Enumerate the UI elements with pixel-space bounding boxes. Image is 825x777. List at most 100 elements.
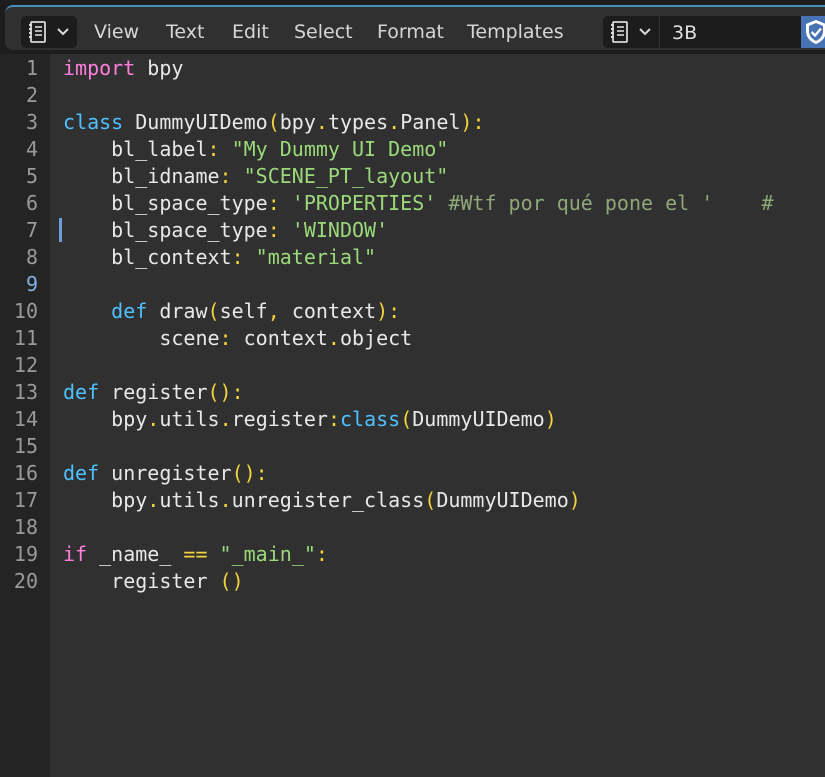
code-token: DummyUIDemo (412, 407, 545, 431)
code-token: utils (159, 488, 220, 512)
code-token: ( (424, 488, 437, 512)
code-token: ): (460, 110, 485, 134)
code-line[interactable]: bl_idname: "SCENE_PT_layout" (63, 163, 448, 190)
line-number: 9 (25, 272, 38, 296)
line-number: 11 (13, 326, 38, 350)
code-token: class (339, 407, 401, 431)
code-token: ( (207, 299, 220, 323)
code-token: : (267, 191, 280, 215)
line-number: 4 (25, 137, 38, 161)
code-line[interactable]: import bpy (63, 55, 183, 82)
line-number: 16 (13, 461, 38, 485)
line-number: 7 (25, 218, 38, 242)
code-line[interactable]: def unregister(): (63, 460, 268, 487)
text-editor-window: View Text Edit Select Format Templates 3… (0, 0, 825, 777)
code-token: _name_ (87, 542, 184, 566)
line-number: 15 (13, 434, 38, 458)
line-number: 8 (25, 245, 38, 269)
text-cursor (59, 218, 62, 242)
line-number: 18 (13, 515, 38, 539)
code-token: bl_context (63, 245, 232, 269)
editor-header: View Text Edit Select Format Templates 3… (0, 0, 825, 54)
code-token: def (63, 299, 148, 323)
code-line[interactable]: register () (63, 568, 244, 595)
chevron-down-icon (57, 28, 69, 36)
code-token: "material" (243, 245, 377, 269)
line-number: 19 (13, 542, 38, 566)
code-token: if (63, 542, 88, 566)
code-token: . (327, 326, 340, 350)
code-token: bl_space_type (63, 191, 268, 215)
menu-format[interactable]: Format (377, 21, 444, 43)
code-token: unregister_class (231, 488, 425, 512)
code-line[interactable]: scene: context.object (63, 325, 412, 352)
shield-check-icon (806, 20, 825, 44)
code-token: register (63, 569, 220, 593)
line-number: 10 (13, 299, 38, 323)
code-token: DummyUIDemo (436, 488, 569, 512)
code-line[interactable]: class DummyUIDemo(bpy.types.Panel): (63, 109, 485, 136)
code-line[interactable]: bpy.utils.register:class(DummyUIDemo) (63, 406, 557, 433)
code-token: scene (63, 326, 220, 350)
code-token: unregister (99, 461, 232, 485)
code-line[interactable]: def register(): (63, 379, 244, 406)
code-token: import (63, 56, 136, 80)
code-token: (): (231, 461, 268, 485)
code-line[interactable]: bl_context: "material" (63, 244, 376, 271)
editor-type-selector[interactable] (21, 16, 77, 48)
code-token: bl_label (63, 137, 208, 161)
line-number: 12 (13, 353, 38, 377)
code-token: , (267, 299, 280, 323)
code-token: draw (147, 299, 208, 323)
code-token: 'PROPERTIES' (279, 191, 437, 215)
code-token: () (219, 569, 244, 593)
line-number: 2 (25, 83, 38, 107)
code-line[interactable]: bl_space_type: 'PROPERTIES' #Wtf por qué… (63, 190, 773, 217)
code-token: object (339, 326, 413, 350)
code-line[interactable]: def draw(self, context): (63, 298, 400, 325)
code-token: ): (376, 299, 401, 323)
menu-templates[interactable]: Templates (467, 21, 564, 43)
menu-view[interactable]: View (94, 21, 139, 43)
menu-select[interactable]: Select (294, 21, 353, 43)
text-datablock-browse[interactable] (603, 16, 659, 48)
code-token: utils (159, 407, 220, 431)
code-token: bl_idname (63, 164, 220, 188)
code-token: #Wtf por qué pone el ' # (436, 191, 774, 215)
menu-edit[interactable]: Edit (232, 21, 269, 43)
code-token: : (207, 137, 220, 161)
code-token: context (231, 326, 328, 350)
line-number: 5 (25, 164, 38, 188)
code-token: : (327, 407, 340, 431)
code-token: Panel (400, 110, 461, 134)
line-number: 17 (13, 488, 38, 512)
code-token: : (219, 164, 232, 188)
menu-text[interactable]: Text (166, 21, 204, 43)
text-block-name-field[interactable]: 3B (659, 16, 801, 48)
code-line[interactable]: bl_space_type: 'WINDOW' (63, 217, 388, 244)
code-token: bl_space_type (63, 218, 268, 242)
code-token: ) (544, 407, 557, 431)
code-token: self (219, 299, 268, 323)
line-number: 6 (25, 191, 38, 215)
code-token: bpy (63, 407, 148, 431)
fake-user-toggle[interactable] (801, 16, 825, 48)
code-line[interactable]: if _name_ == "_main_": (63, 541, 328, 568)
code-token: bpy (135, 56, 184, 80)
code-token: ( (400, 407, 413, 431)
code-token: . (388, 110, 401, 134)
text-datablock-icon (611, 21, 628, 43)
text-block-name: 3B (672, 22, 698, 44)
code-editor[interactable]: import bpy class DummyUIDemo(bpy.types.Pa… (50, 54, 825, 777)
code-token: bpy (63, 488, 148, 512)
code-token: : (219, 326, 232, 350)
code-token: == (183, 542, 208, 566)
code-line[interactable]: bl_label: "My Dummy UI Demo" (63, 136, 448, 163)
code-token: types (327, 110, 389, 134)
code-line[interactable]: bpy.utils.unregister_class(DummyUIDemo) (63, 487, 581, 514)
line-number: 14 (13, 407, 38, 431)
code-token: ) (568, 488, 581, 512)
code-token: . (315, 110, 328, 134)
code-token: . (147, 407, 160, 431)
line-number: 20 (13, 569, 38, 593)
